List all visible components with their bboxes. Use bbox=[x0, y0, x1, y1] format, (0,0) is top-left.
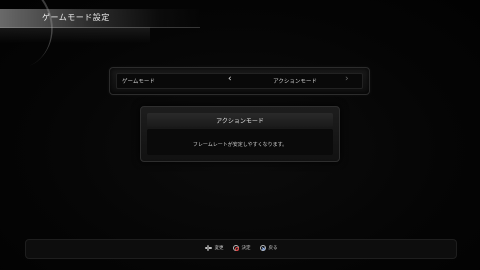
description-text: フレームレートが安定しやすくなります。 bbox=[192, 142, 288, 148]
selector-value: アクションモード bbox=[273, 79, 317, 85]
arrow-left-icon[interactable]: ‹ bbox=[228, 75, 232, 84]
description-title: アクションモード bbox=[216, 118, 264, 125]
description-panel: アクションモード フレームレートが安定しやすくなります。 bbox=[140, 106, 340, 162]
confirm-label: 決定 bbox=[241, 246, 251, 251]
game-mode-selector[interactable]: ゲームモード ‹ アクションモード › bbox=[109, 67, 370, 95]
button-guide: 変更 決定 戻る bbox=[26, 245, 456, 252]
selector-label: ゲームモード bbox=[122, 79, 155, 85]
back-label: 戻る bbox=[268, 246, 278, 251]
description-header: アクションモード bbox=[147, 113, 333, 127]
circle-button-icon bbox=[232, 245, 239, 252]
description-body: フレームレートが安定しやすくなります。 bbox=[147, 129, 333, 155]
arrow-right-icon[interactable]: › bbox=[345, 75, 349, 84]
game-mode-settings-screen: ゲームモード設定 ゲームモード ‹ アクションモード › アクションモード フレ… bbox=[0, 0, 480, 270]
page-title: ゲームモード設定 bbox=[42, 13, 110, 22]
change-label: 変更 bbox=[214, 246, 224, 251]
button-guide-bar: 変更 決定 戻る bbox=[25, 239, 457, 259]
cross-button-icon bbox=[259, 245, 266, 251]
dpad-icon bbox=[204, 245, 212, 251]
